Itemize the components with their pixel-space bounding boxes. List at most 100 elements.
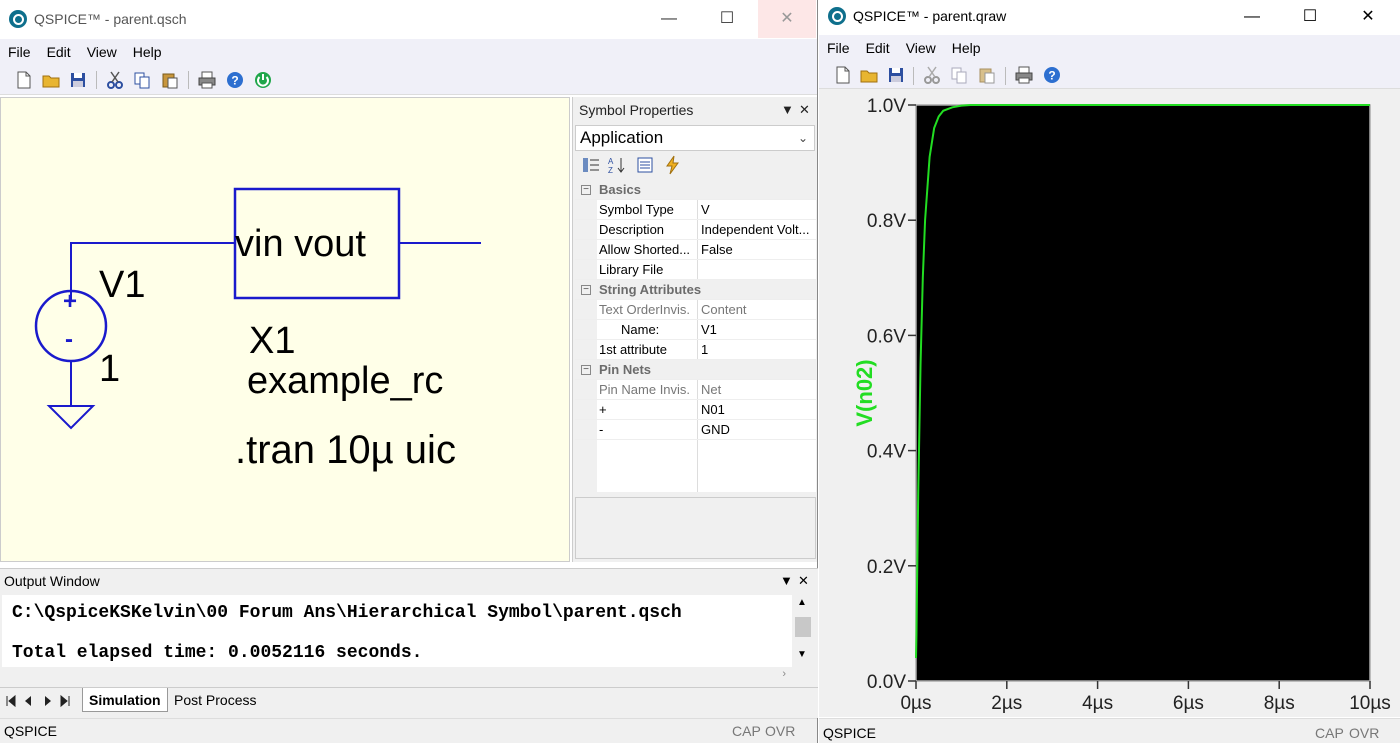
property-category[interactable]: − Basics <box>575 180 816 200</box>
collapse-icon[interactable]: − <box>581 285 591 295</box>
menu-help[interactable]: Help <box>125 39 170 65</box>
property-value[interactable]: Content <box>701 300 816 320</box>
property-row[interactable]: Text OrderInvis. Content <box>575 300 816 320</box>
subcircuit-model-label[interactable]: example_rc <box>247 360 443 403</box>
categorized-icon[interactable] <box>581 155 601 175</box>
waveform-close-button[interactable]: ✕ <box>1339 0 1397 34</box>
copy-icon[interactable] <box>949 65 969 85</box>
copy-icon[interactable] <box>132 70 152 90</box>
property-category[interactable]: − String Attributes <box>575 280 816 300</box>
help-icon[interactable]: ? <box>1042 65 1062 85</box>
collapse-icon[interactable]: − <box>581 365 591 375</box>
close-button[interactable]: ✕ <box>758 0 816 38</box>
waveform-maximize-button[interactable]: ☐ <box>1281 0 1339 34</box>
menu-file[interactable]: File <box>0 39 39 65</box>
property-row[interactable]: - GND <box>575 420 816 440</box>
overwrite-indicator: OVR <box>765 723 796 739</box>
waveform-window-title: QSPICE™ - parent.qraw <box>853 8 1007 24</box>
property-value[interactable]: Net <box>701 380 816 400</box>
status-text: QSPICE <box>4 723 57 739</box>
menu-view[interactable]: View <box>79 39 125 65</box>
waveform-menu-help[interactable]: Help <box>944 35 989 61</box>
waveform-plot-area[interactable]: 0.0V 0.2V 0.4V 0.6V 0.8V 1.0V 0µs 2µs 4µs 6µs 8µs 1… <box>819 89 1400 717</box>
source-name-label[interactable]: V1 <box>99 264 145 307</box>
print-icon[interactable] <box>1014 65 1034 85</box>
x-tick-label: 2µs <box>991 693 1022 714</box>
property-value[interactable]: V <box>701 200 816 220</box>
alphabetical-icon[interactable]: AZ <box>607 155 627 175</box>
property-row[interactable]: + N01 <box>575 400 816 420</box>
property-description-box <box>575 497 816 559</box>
output-menu-icon[interactable]: ▼ <box>780 569 793 593</box>
maximize-button[interactable]: ☐ <box>698 0 756 38</box>
y-tick-label: 0.2V <box>867 557 906 578</box>
y-axis-label[interactable]: V(n02) <box>852 359 877 426</box>
scroll-thumb[interactable] <box>795 617 811 637</box>
print-icon[interactable] <box>197 70 217 90</box>
new-file-icon[interactable] <box>833 65 853 85</box>
save-icon[interactable] <box>68 70 88 90</box>
property-row[interactable]: Library File <box>575 260 816 280</box>
open-folder-icon[interactable] <box>859 65 879 85</box>
scroll-down-icon[interactable]: ▼ <box>797 649 807 660</box>
waveform-chart[interactable]: 0.0V 0.2V 0.4V 0.6V 0.8V 1.0V 0µs 2µs 4µs 6µs 8µs 1… <box>819 89 1400 717</box>
properties-toolbar: AZ <box>573 151 817 179</box>
panel-menu-icon[interactable]: ▼ <box>781 97 794 123</box>
scroll-right-icon[interactable]: › <box>782 668 786 680</box>
property-value[interactable]: V1 <box>701 320 816 340</box>
toolbar: ? <box>0 65 817 95</box>
property-value[interactable]: GND <box>701 420 816 440</box>
panel-title: Symbol Properties <box>579 102 694 118</box>
property-value[interactable]: False <box>701 240 816 260</box>
waveform-window: QSPICE™ - parent.qraw — ☐ ✕ File Edit View… <box>819 0 1400 743</box>
waveform-minimize-button[interactable]: — <box>1223 0 1281 34</box>
minus-sign: - <box>65 326 73 353</box>
property-category[interactable]: − Pin Nets <box>575 360 816 380</box>
cut-icon[interactable] <box>105 70 125 90</box>
subcircuit-name-label[interactable]: X1 <box>249 320 295 363</box>
output-horizontal-scrollbar[interactable]: › <box>2 667 792 685</box>
waveform-menu-file[interactable]: File <box>819 35 858 61</box>
open-folder-icon[interactable] <box>41 70 61 90</box>
property-row[interactable]: Description Independent Volt... <box>575 220 816 240</box>
object-selector-dropdown[interactable]: Application ⌄ <box>575 125 815 151</box>
events-icon[interactable] <box>663 155 683 175</box>
property-value[interactable]: Independent Volt... <box>701 220 816 240</box>
plot-frame[interactable] <box>915 104 1371 682</box>
property-row[interactable]: Symbol Type V <box>575 200 816 220</box>
cut-icon[interactable] <box>922 65 942 85</box>
x-tick-label: 6µs <box>1173 693 1204 714</box>
property-row[interactable]: Name: V1 <box>575 320 816 340</box>
tab-navigation-icons[interactable] <box>4 694 74 708</box>
property-value[interactable]: N01 <box>701 400 816 420</box>
tran-directive[interactable]: .tran 10µ uic <box>235 428 456 473</box>
paste-icon[interactable] <box>160 70 180 90</box>
save-icon[interactable] <box>886 65 906 85</box>
output-vertical-scrollbar[interactable]: ▲ ▼ <box>792 595 814 667</box>
menu-edit[interactable]: Edit <box>39 39 79 65</box>
source-value-label[interactable]: 1 <box>99 348 120 391</box>
property-row[interactable]: Allow Shorted... False <box>575 240 816 260</box>
output-text[interactable]: C:\QspiceKSKelvin\00 Forum Ans\Hierarchi… <box>2 595 792 667</box>
panel-close-icon[interactable]: ✕ <box>799 97 810 123</box>
run-simulation-icon[interactable] <box>253 70 273 90</box>
property-pages-icon[interactable] <box>635 155 655 175</box>
property-value[interactable]: 1 <box>701 340 816 360</box>
y-tick-label: 0.6V <box>867 326 906 347</box>
tab-simulation[interactable]: Simulation <box>82 688 168 712</box>
help-icon[interactable]: ? <box>225 70 245 90</box>
scroll-up-icon[interactable]: ▲ <box>797 597 807 608</box>
waveform-menu-view[interactable]: View <box>898 35 944 61</box>
new-file-icon[interactable] <box>14 70 34 90</box>
paste-icon[interactable] <box>977 65 997 85</box>
collapse-icon[interactable]: − <box>581 185 591 195</box>
output-line-path: C:\QspiceKSKelvin\00 Forum Ans\Hierarchi… <box>12 603 682 623</box>
minimize-button[interactable]: — <box>640 0 698 38</box>
schematic-canvas[interactable]: + - V1 1 vin vout X1 example_rc .tran 10… <box>0 97 570 562</box>
property-row[interactable]: Pin Name Invis. Net <box>575 380 816 400</box>
waveform-title-bar: QSPICE™ - parent.qraw — ☐ ✕ <box>819 0 1400 34</box>
waveform-menu-edit[interactable]: Edit <box>858 35 898 61</box>
tab-post-process[interactable]: Post Process <box>168 688 262 712</box>
property-row[interactable]: 1st attribute 1 <box>575 340 816 360</box>
output-close-icon[interactable]: ✕ <box>798 569 809 593</box>
